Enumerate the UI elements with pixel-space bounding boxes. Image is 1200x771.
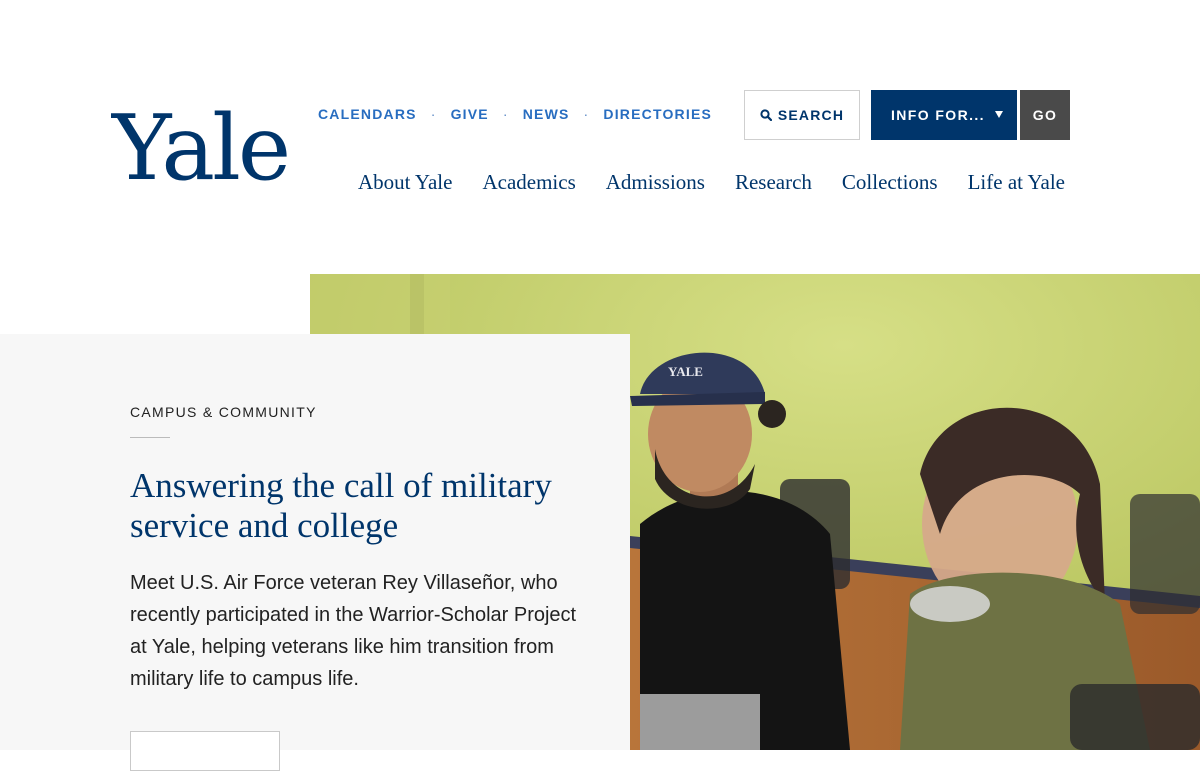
utility-link-calendars[interactable]: CALENDARS [318,106,417,122]
utility-link-directories[interactable]: DIRECTORIES [603,106,712,122]
main-nav-about-yale[interactable]: About Yale [358,170,453,195]
separator-dot: · [430,106,437,122]
separator-dot: · [583,106,590,122]
main-nav-academics[interactable]: Academics [482,170,575,195]
separator-dot: · [502,106,509,122]
search-button[interactable]: SEARCH [744,90,860,140]
feature-category[interactable]: CAMPUS & COMMUNITY [130,404,317,420]
eyebrow-divider [130,437,170,438]
cap-lettering: YALE [668,364,703,379]
search-icon [760,109,772,121]
dropdown-caret-icon [995,111,1003,118]
main-nav-collections[interactable]: Collections [842,170,938,195]
main-nav-admissions[interactable]: Admissions [606,170,705,195]
utility-link-give[interactable]: GIVE [451,106,489,122]
utility-nav: CALENDARS · GIVE · NEWS · DIRECTORIES [318,106,712,122]
yale-logo[interactable]: Yale [112,104,291,194]
go-button[interactable]: GO [1020,90,1070,140]
main-nav-life-at-yale[interactable]: Life at Yale [968,170,1065,195]
feature-headline[interactable]: Answering the call of military service a… [130,466,600,546]
main-nav-research[interactable]: Research [735,170,812,195]
read-more-button[interactable] [130,731,280,771]
info-for-select[interactable]: INFO FOR... [871,90,1017,140]
utility-link-news[interactable]: NEWS [523,106,570,122]
info-for-select-label: INFO FOR... [891,107,985,123]
main-nav: About Yale Academics Admissions Research… [358,170,1065,195]
feature-body: Meet U.S. Air Force veteran Rey Villaseñ… [130,572,577,690]
search-button-label: SEARCH [777,107,845,123]
go-button-label: GO [1032,107,1058,123]
